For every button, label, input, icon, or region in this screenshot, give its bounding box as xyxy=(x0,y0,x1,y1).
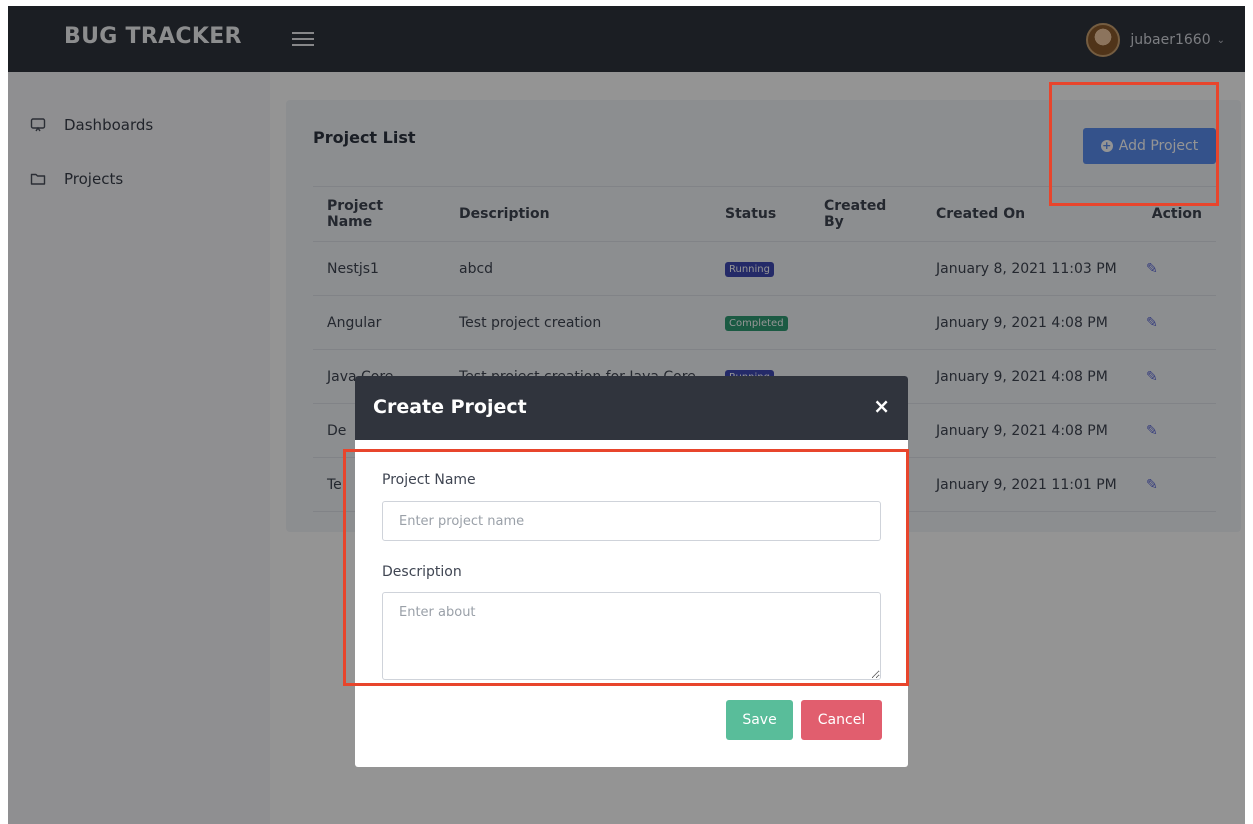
cancel-button[interactable]: Cancel xyxy=(801,700,882,740)
modal-header: Create Project × xyxy=(355,376,908,440)
save-button[interactable]: Save xyxy=(726,700,793,740)
highlight-box-add-project xyxy=(1049,82,1219,206)
close-icon[interactable]: × xyxy=(873,394,890,418)
highlight-box-form-fields xyxy=(343,449,909,686)
modal-title: Create Project xyxy=(373,396,527,418)
